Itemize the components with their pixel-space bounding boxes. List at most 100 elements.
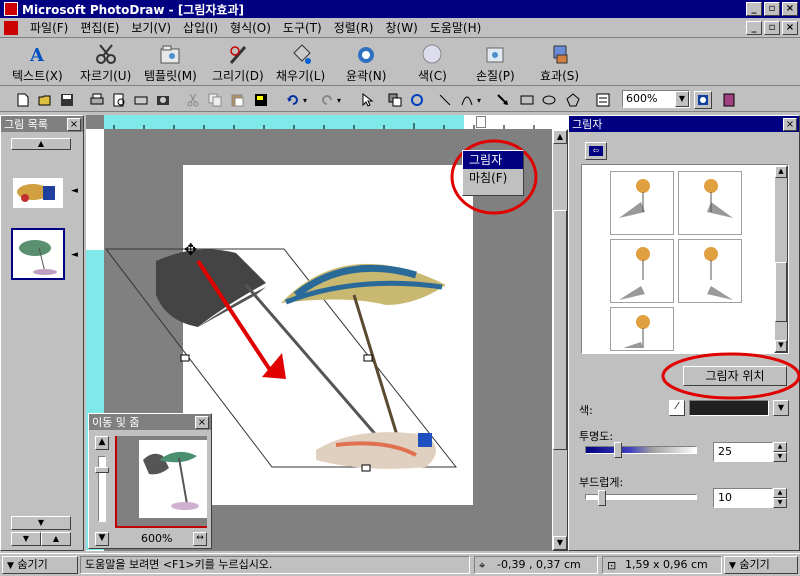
outline-button[interactable]: 윤곽(N) bbox=[346, 43, 386, 85]
pointer-icon[interactable] bbox=[358, 91, 376, 109]
doc-close-button[interactable]: × bbox=[782, 21, 798, 35]
shadow-color-swatch[interactable] bbox=[689, 400, 769, 416]
shadow-style-5[interactable] bbox=[610, 307, 674, 351]
help-book-icon[interactable] bbox=[720, 91, 738, 109]
scroll-up-button[interactable]: ▲ bbox=[11, 138, 71, 150]
paste-icon[interactable] bbox=[228, 91, 246, 109]
context-menu-shadow[interactable]: 그림자 bbox=[463, 151, 523, 169]
eyedropper-icon[interactable]: ⁄ bbox=[669, 400, 685, 416]
gallery-scroll-up-icon[interactable]: ▲ bbox=[775, 166, 787, 178]
menu-arrange[interactable]: 정렬(R) bbox=[328, 19, 380, 36]
copy-icon[interactable] bbox=[206, 91, 224, 109]
format-painter-icon[interactable] bbox=[252, 91, 270, 109]
transparency-slider[interactable] bbox=[585, 442, 697, 458]
effects-button[interactable]: 효과(S) bbox=[540, 43, 579, 85]
scroll-up-arrow-icon[interactable]: ▲ bbox=[553, 130, 567, 144]
redo-dropdown-icon[interactable]: ▾ bbox=[334, 91, 344, 109]
close-icon[interactable]: × bbox=[783, 117, 797, 131]
transparency-input[interactable]: 25 bbox=[713, 442, 773, 462]
menu-insert[interactable]: 삽입(I) bbox=[177, 19, 224, 36]
transparency-up-icon[interactable]: ▲ bbox=[773, 442, 787, 452]
close-icon[interactable]: × bbox=[195, 415, 209, 429]
zoom-slider[interactable] bbox=[95, 456, 109, 522]
move-up-button[interactable]: ▲ bbox=[41, 532, 71, 546]
curve-dropdown-icon[interactable]: ▾ bbox=[474, 91, 484, 109]
picture-thumbnail-2[interactable] bbox=[11, 228, 65, 280]
arrange-icon[interactable] bbox=[386, 91, 404, 109]
shadow-style-2[interactable] bbox=[678, 171, 742, 235]
cut-icon[interactable] bbox=[184, 91, 202, 109]
softness-input[interactable]: 10 bbox=[713, 488, 773, 508]
zoom-out-icon[interactable]: ▼ bbox=[95, 532, 109, 546]
shadow-style-4[interactable] bbox=[678, 239, 742, 303]
menu-format[interactable]: 형식(O) bbox=[224, 19, 277, 36]
transparency-down-icon[interactable]: ▼ bbox=[773, 452, 787, 462]
back-button[interactable]: ⇦ bbox=[585, 142, 607, 160]
menu-edit[interactable]: 편집(E) bbox=[74, 19, 125, 36]
scan-icon[interactable] bbox=[132, 91, 150, 109]
template-button[interactable]: 템플릿(M) bbox=[144, 43, 197, 85]
doc-minimize-button[interactable]: _ bbox=[746, 21, 762, 35]
zoom-select[interactable]: 600% ▼ bbox=[622, 90, 690, 108]
arrow-icon[interactable] bbox=[494, 91, 512, 109]
scroll-down-arrow-icon[interactable]: ▼ bbox=[553, 536, 567, 550]
chevron-down-icon[interactable]: ▼ bbox=[675, 91, 689, 107]
softness-down-icon[interactable]: ▼ bbox=[773, 498, 787, 508]
menu-tools[interactable]: 도구(T) bbox=[277, 19, 328, 36]
new-icon[interactable] bbox=[14, 91, 32, 109]
ellipse-icon[interactable] bbox=[540, 91, 558, 109]
shape-icon[interactable] bbox=[564, 91, 582, 109]
menu-view[interactable]: 보기(V) bbox=[125, 19, 177, 36]
open-icon[interactable] bbox=[36, 91, 54, 109]
color-button[interactable]: 색(C) bbox=[418, 43, 447, 85]
text-button[interactable]: A 텍스트(X) bbox=[12, 43, 63, 85]
save-icon[interactable] bbox=[58, 91, 76, 109]
zoom-slider-thumb[interactable] bbox=[95, 467, 109, 473]
close-button[interactable]: × bbox=[782, 2, 798, 16]
document-icon[interactable] bbox=[4, 20, 18, 35]
shadow-style-3[interactable] bbox=[610, 239, 674, 303]
rotate-icon[interactable] bbox=[408, 91, 426, 109]
gallery-scroll-thumb[interactable] bbox=[775, 262, 787, 322]
restore-button[interactable]: ▫ bbox=[764, 2, 780, 16]
app-icon[interactable] bbox=[4, 2, 18, 16]
line-icon[interactable] bbox=[436, 91, 454, 109]
transparency-slider-thumb[interactable] bbox=[614, 442, 622, 458]
scrollbar-thumb[interactable] bbox=[553, 210, 567, 450]
draw-button[interactable]: 그리기(D) bbox=[212, 43, 264, 85]
softness-slider[interactable] bbox=[585, 490, 697, 506]
close-icon[interactable]: × bbox=[67, 117, 81, 131]
zoom-in-icon[interactable]: ▲ bbox=[95, 436, 109, 450]
thumbnail-1-arrow-icon[interactable]: ◄ bbox=[71, 186, 78, 196]
shadow-style-1[interactable] bbox=[610, 171, 674, 235]
print-preview-icon[interactable] bbox=[110, 91, 128, 109]
hide-left-button[interactable]: ▼ 숨기기 bbox=[2, 556, 78, 574]
rectangle-icon[interactable] bbox=[518, 91, 536, 109]
text-box-icon[interactable] bbox=[594, 91, 612, 109]
fill-button[interactable]: 채우기(L) bbox=[276, 43, 325, 85]
print-icon[interactable] bbox=[88, 91, 106, 109]
minimize-button[interactable]: _ bbox=[746, 2, 762, 16]
vertical-scrollbar[interactable]: ▲ ▼ bbox=[552, 129, 568, 551]
undo-dropdown-icon[interactable]: ▾ bbox=[300, 91, 310, 109]
menu-file[interactable]: 파일(F) bbox=[24, 19, 74, 36]
picture-thumbnail-1[interactable] bbox=[13, 178, 63, 208]
thumbnail-2-arrow-icon[interactable]: ◄ bbox=[71, 250, 78, 260]
menu-help[interactable]: 도움말(H) bbox=[424, 19, 488, 36]
color-dropdown-icon[interactable]: ▼ bbox=[773, 400, 789, 416]
fit-view-icon[interactable] bbox=[694, 91, 712, 109]
softness-up-icon[interactable]: ▲ bbox=[773, 488, 787, 498]
softness-slider-thumb[interactable] bbox=[598, 490, 606, 506]
menu-window[interactable]: 창(W) bbox=[380, 19, 424, 36]
gallery-scrollbar[interactable]: ▲ ▼ bbox=[774, 165, 788, 353]
doc-restore-button[interactable]: ▫ bbox=[764, 21, 780, 35]
camera-icon[interactable] bbox=[154, 91, 172, 109]
crop-button[interactable]: 자르기(U) bbox=[80, 43, 131, 85]
fit-arrows-icon[interactable]: ↔ bbox=[193, 532, 207, 546]
touchup-button[interactable]: 손질(P) bbox=[476, 43, 515, 85]
move-down-button[interactable]: ▼ bbox=[11, 532, 41, 546]
scroll-down-button[interactable]: ▼ bbox=[11, 516, 71, 530]
zoom-preview[interactable] bbox=[115, 436, 207, 528]
context-menu-finish[interactable]: 마침(F) bbox=[463, 169, 523, 187]
hide-right-button[interactable]: ▼ 숨기기 bbox=[724, 556, 798, 574]
